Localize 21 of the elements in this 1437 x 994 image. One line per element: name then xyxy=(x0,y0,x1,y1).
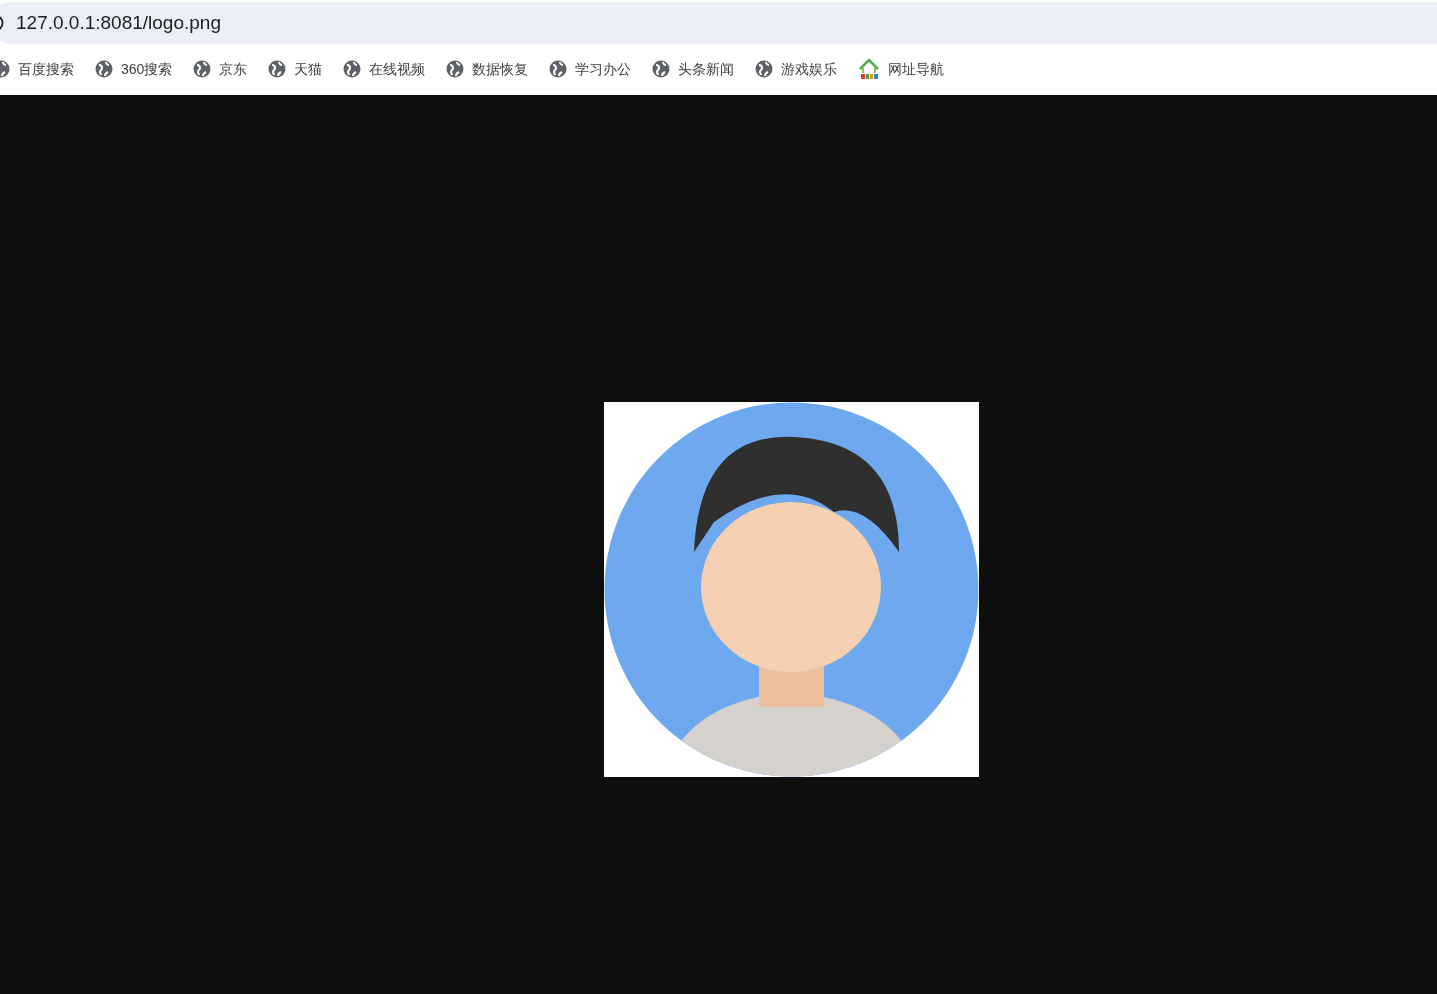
address-bar[interactable]: 127.0.0.1:8081/logo.png xyxy=(0,2,1437,44)
bookmark-link[interactable]: 京东 xyxy=(193,58,248,80)
bookmark-link[interactable]: 头条新闻 xyxy=(652,58,735,80)
bookmark-link[interactable]: 数据恢复 xyxy=(446,58,529,80)
globe-icon xyxy=(549,60,568,78)
house-icon xyxy=(858,58,881,80)
globe-icon xyxy=(95,60,113,78)
bookmark-link[interactable]: 360搜索 xyxy=(95,58,173,80)
globe-icon xyxy=(652,60,671,78)
bookmark-link[interactable]: 在线视频 xyxy=(343,58,426,80)
globe-icon xyxy=(343,60,362,78)
globe-icon xyxy=(193,60,212,78)
bookmark-link[interactable]: 网址导航 xyxy=(858,58,945,80)
bookmark-link[interactable]: 天猫 xyxy=(268,58,323,80)
globe-icon xyxy=(268,60,287,78)
globe-icon xyxy=(446,60,465,78)
globe-icon xyxy=(755,60,774,78)
bookmark-link[interactable]: 百度搜索 xyxy=(0,58,74,80)
bookmark-link[interactable]: 学习办公 xyxy=(549,58,632,80)
url-text: 127.0.0.1:8081/logo.png xyxy=(16,10,221,35)
bookmark-link[interactable]: 游戏娱乐 xyxy=(755,58,838,80)
